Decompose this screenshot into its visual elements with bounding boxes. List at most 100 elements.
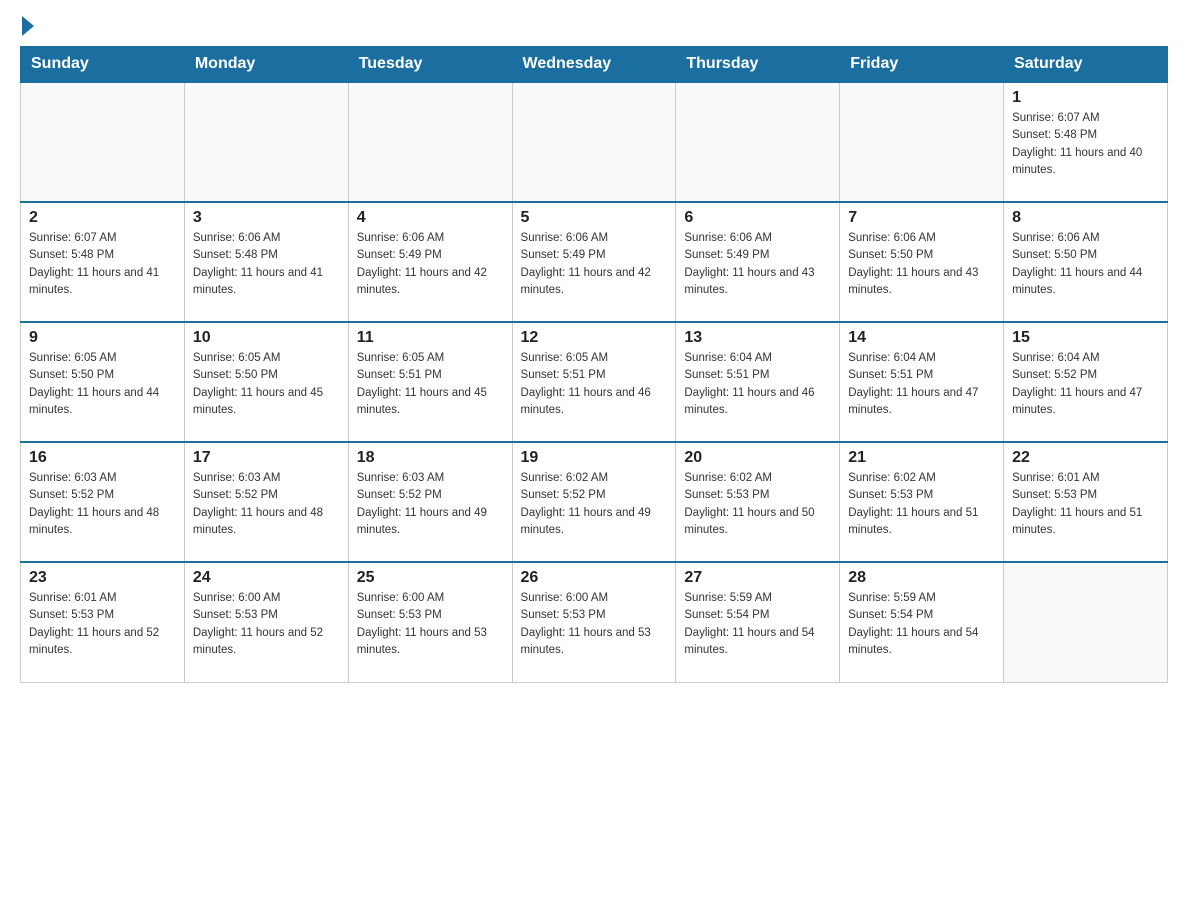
calendar-cell: 19 Sunrise: 6:02 AMSunset: 5:52 PMDayligh… bbox=[512, 442, 676, 562]
day-info: Sunrise: 6:06 AMSunset: 5:50 PMDaylight:… bbox=[848, 230, 995, 299]
calendar-week-row: 2 Sunrise: 6:07 AMSunset: 5:48 PMDaylight… bbox=[21, 202, 1168, 322]
day-info: Sunrise: 6:04 AMSunset: 5:52 PMDaylight:… bbox=[1012, 350, 1159, 419]
day-number: 15 bbox=[1012, 329, 1159, 347]
col-header-saturday: Saturday bbox=[1004, 47, 1168, 83]
calendar-cell: 26 Sunrise: 6:00 AMSunset: 5:53 PMDayligh… bbox=[512, 562, 676, 682]
day-number: 5 bbox=[521, 209, 668, 227]
page-header bbox=[20, 20, 1168, 36]
calendar-cell: 4Sunrise: 6:06 AMSunset: 5:49 PMDaylight… bbox=[348, 202, 512, 322]
col-header-friday: Friday bbox=[840, 47, 1004, 83]
calendar-cell: 5 Sunrise: 6:06 AMSunset: 5:49 PMDaylight… bbox=[512, 202, 676, 322]
day-info: Sunrise: 6:03 AMSunset: 5:52 PMDaylight:… bbox=[357, 470, 504, 539]
col-header-thursday: Thursday bbox=[676, 47, 840, 83]
day-number: 26 bbox=[521, 569, 668, 587]
day-number: 16 bbox=[29, 449, 176, 467]
day-number: 4 bbox=[357, 209, 504, 227]
calendar-cell: 13 Sunrise: 6:04 AMSunset: 5:51 PMDayligh… bbox=[676, 322, 840, 442]
day-number: 22 bbox=[1012, 449, 1159, 467]
day-info: Sunrise: 6:05 AMSunset: 5:51 PMDaylight:… bbox=[521, 350, 668, 419]
day-number: 3 bbox=[193, 209, 340, 227]
day-info: Sunrise: 6:00 AMSunset: 5:53 PMDaylight:… bbox=[193, 590, 340, 659]
day-info: Sunrise: 6:04 AMSunset: 5:51 PMDaylight:… bbox=[848, 350, 995, 419]
col-header-sunday: Sunday bbox=[21, 47, 185, 83]
day-info: Sunrise: 6:01 AMSunset: 5:53 PMDaylight:… bbox=[29, 590, 176, 659]
calendar-cell: 7 Sunrise: 6:06 AMSunset: 5:50 PMDaylight… bbox=[840, 202, 1004, 322]
day-info: Sunrise: 6:01 AMSunset: 5:53 PMDaylight:… bbox=[1012, 470, 1159, 539]
calendar-cell: 6 Sunrise: 6:06 AMSunset: 5:49 PMDaylight… bbox=[676, 202, 840, 322]
calendar-cell: 9 Sunrise: 6:05 AMSunset: 5:50 PMDaylight… bbox=[21, 322, 185, 442]
calendar-cell: 18 Sunrise: 6:03 AMSunset: 5:52 PMDayligh… bbox=[348, 442, 512, 562]
logo bbox=[20, 20, 34, 36]
calendar-week-row: 16 Sunrise: 6:03 AMSunset: 5:52 PMDayligh… bbox=[21, 442, 1168, 562]
calendar-cell: 17 Sunrise: 6:03 AMSunset: 5:52 PMDayligh… bbox=[184, 442, 348, 562]
calendar-cell bbox=[840, 82, 1004, 202]
day-number: 28 bbox=[848, 569, 995, 587]
day-number: 12 bbox=[521, 329, 668, 347]
calendar-cell: 10Sunrise: 6:05 AMSunset: 5:50 PMDayligh… bbox=[184, 322, 348, 442]
day-info: Sunrise: 6:07 AMSunset: 5:48 PMDaylight:… bbox=[29, 230, 176, 299]
day-number: 8 bbox=[1012, 209, 1159, 227]
day-info: Sunrise: 6:05 AMSunset: 5:51 PMDaylight:… bbox=[357, 350, 504, 419]
day-info: Sunrise: 6:04 AMSunset: 5:51 PMDaylight:… bbox=[684, 350, 831, 419]
calendar-cell: 16 Sunrise: 6:03 AMSunset: 5:52 PMDayligh… bbox=[21, 442, 185, 562]
day-info: Sunrise: 5:59 AMSunset: 5:54 PMDaylight:… bbox=[848, 590, 995, 659]
calendar-cell: 25 Sunrise: 6:00 AMSunset: 5:53 PMDayligh… bbox=[348, 562, 512, 682]
calendar-cell: 22 Sunrise: 6:01 AMSunset: 5:53 PMDayligh… bbox=[1004, 442, 1168, 562]
calendar-cell bbox=[676, 82, 840, 202]
day-number: 19 bbox=[521, 449, 668, 467]
day-info: Sunrise: 6:06 AMSunset: 5:48 PMDaylight:… bbox=[193, 230, 340, 299]
day-info: Sunrise: 6:02 AMSunset: 5:52 PMDaylight:… bbox=[521, 470, 668, 539]
calendar-week-row: 9 Sunrise: 6:05 AMSunset: 5:50 PMDaylight… bbox=[21, 322, 1168, 442]
logo-arrow-icon bbox=[22, 16, 34, 36]
day-info: Sunrise: 6:06 AMSunset: 5:49 PMDaylight:… bbox=[684, 230, 831, 299]
day-info: Sunrise: 6:00 AMSunset: 5:53 PMDaylight:… bbox=[521, 590, 668, 659]
calendar-cell: 15 Sunrise: 6:04 AMSunset: 5:52 PMDayligh… bbox=[1004, 322, 1168, 442]
calendar-cell bbox=[512, 82, 676, 202]
col-header-monday: Monday bbox=[184, 47, 348, 83]
calendar-cell: 21 Sunrise: 6:02 AMSunset: 5:53 PMDayligh… bbox=[840, 442, 1004, 562]
col-header-wednesday: Wednesday bbox=[512, 47, 676, 83]
calendar-cell: 27Sunrise: 5:59 AMSunset: 5:54 PMDayligh… bbox=[676, 562, 840, 682]
calendar-week-row: 23 Sunrise: 6:01 AMSunset: 5:53 PMDayligh… bbox=[21, 562, 1168, 682]
day-number: 21 bbox=[848, 449, 995, 467]
calendar-cell: 8 Sunrise: 6:06 AMSunset: 5:50 PMDaylight… bbox=[1004, 202, 1168, 322]
day-number: 1 bbox=[1012, 89, 1159, 107]
day-number: 25 bbox=[357, 569, 504, 587]
calendar-cell bbox=[21, 82, 185, 202]
calendar-cell: 23 Sunrise: 6:01 AMSunset: 5:53 PMDayligh… bbox=[21, 562, 185, 682]
day-info: Sunrise: 6:05 AMSunset: 5:50 PMDaylight:… bbox=[193, 350, 340, 419]
calendar-cell bbox=[1004, 562, 1168, 682]
day-number: 23 bbox=[29, 569, 176, 587]
day-info: Sunrise: 5:59 AMSunset: 5:54 PMDaylight:… bbox=[684, 590, 831, 659]
day-number: 7 bbox=[848, 209, 995, 227]
calendar-week-row: 1Sunrise: 6:07 AMSunset: 5:48 PMDaylight… bbox=[21, 82, 1168, 202]
day-number: 20 bbox=[684, 449, 831, 467]
calendar-cell: 1Sunrise: 6:07 AMSunset: 5:48 PMDaylight… bbox=[1004, 82, 1168, 202]
day-info: Sunrise: 6:02 AMSunset: 5:53 PMDaylight:… bbox=[848, 470, 995, 539]
calendar-cell: 11 Sunrise: 6:05 AMSunset: 5:51 PMDayligh… bbox=[348, 322, 512, 442]
day-number: 24 bbox=[193, 569, 340, 587]
day-number: 9 bbox=[29, 329, 176, 347]
calendar-table: SundayMondayTuesdayWednesdayThursdayFrid… bbox=[20, 46, 1168, 683]
day-number: 17 bbox=[193, 449, 340, 467]
calendar-cell: 20 Sunrise: 6:02 AMSunset: 5:53 PMDayligh… bbox=[676, 442, 840, 562]
day-number: 13 bbox=[684, 329, 831, 347]
day-info: Sunrise: 6:03 AMSunset: 5:52 PMDaylight:… bbox=[29, 470, 176, 539]
day-number: 2 bbox=[29, 209, 176, 227]
calendar-cell: 2 Sunrise: 6:07 AMSunset: 5:48 PMDaylight… bbox=[21, 202, 185, 322]
calendar-cell: 3 Sunrise: 6:06 AMSunset: 5:48 PMDaylight… bbox=[184, 202, 348, 322]
col-header-tuesday: Tuesday bbox=[348, 47, 512, 83]
day-info: Sunrise: 6:03 AMSunset: 5:52 PMDaylight:… bbox=[193, 470, 340, 539]
calendar-cell: 28 Sunrise: 5:59 AMSunset: 5:54 PMDayligh… bbox=[840, 562, 1004, 682]
day-info: Sunrise: 6:06 AMSunset: 5:50 PMDaylight:… bbox=[1012, 230, 1159, 299]
day-number: 18 bbox=[357, 449, 504, 467]
day-number: 6 bbox=[684, 209, 831, 227]
day-info: Sunrise: 6:00 AMSunset: 5:53 PMDaylight:… bbox=[357, 590, 504, 659]
day-number: 11 bbox=[357, 329, 504, 347]
day-number: 14 bbox=[848, 329, 995, 347]
day-info: Sunrise: 6:02 AMSunset: 5:53 PMDaylight:… bbox=[684, 470, 831, 539]
day-info: Sunrise: 6:05 AMSunset: 5:50 PMDaylight:… bbox=[29, 350, 176, 419]
calendar-cell: 24 Sunrise: 6:00 AMSunset: 5:53 PMDayligh… bbox=[184, 562, 348, 682]
calendar-header-row: SundayMondayTuesdayWednesdayThursdayFrid… bbox=[21, 47, 1168, 83]
day-info: Sunrise: 6:06 AMSunset: 5:49 PMDaylight:… bbox=[521, 230, 668, 299]
